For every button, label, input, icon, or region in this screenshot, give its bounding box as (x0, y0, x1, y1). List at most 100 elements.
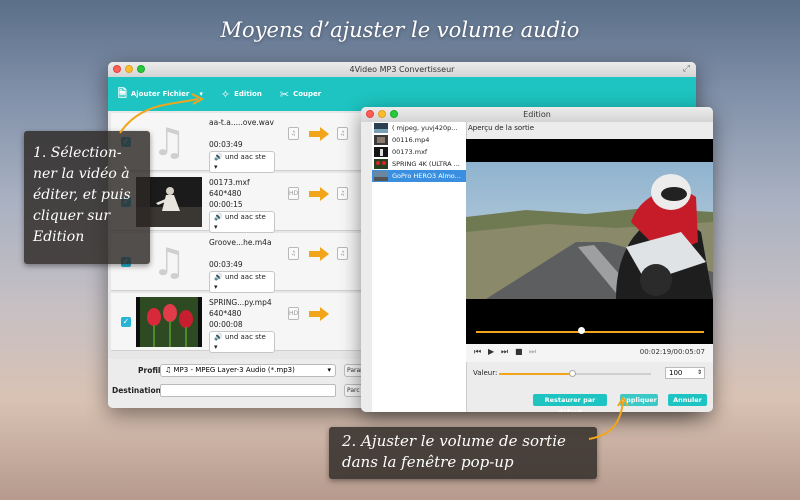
file-duration: 00:00:08 (209, 320, 243, 329)
output-file-icon: ♫ (337, 127, 348, 140)
fullscreen-icon[interactable]: ⤢ (683, 62, 690, 77)
volume-input[interactable]: 100 ⇕ (665, 367, 705, 379)
edit-list-item[interactable]: 00116.mp4 (372, 134, 466, 146)
fast-forward-icon[interactable]: ⏭ (501, 347, 508, 357)
edit-titlebar: Edition (361, 107, 713, 122)
edit-button[interactable]: ✧ Edition (221, 88, 262, 101)
video-preview (466, 139, 713, 344)
file-name: aa-t.a.....ove.wav (209, 118, 274, 127)
play-icon[interactable]: ▶ (488, 347, 494, 356)
previous-frame-icon[interactable]: ⏮ (474, 347, 481, 357)
main-titlebar: 4Video MP3 Convertisseur ⤢ (108, 62, 696, 77)
file-name: Groove...he.m4a (209, 238, 272, 247)
source-file-icon: ♫ (288, 247, 299, 260)
audio-track-label: und aac ste (224, 273, 266, 281)
audio-track-select[interactable]: 🔊 und aac ste ▾ (209, 331, 275, 353)
audio-track-label: und aac ste (224, 213, 266, 221)
dialog-title: Edition (523, 110, 551, 119)
file-resolution: 640*480 (209, 189, 242, 198)
playback-controls: ⏮ ▶ ⏭ ■ ⏭ 00:02:19/00:05:07 (466, 344, 713, 362)
dialog-window-controls (366, 110, 398, 118)
file-resolution (209, 128, 275, 139)
edit-label: Edition (234, 90, 262, 98)
next-frame-icon[interactable]: ⏭ (529, 347, 536, 357)
audio-track-label: und aac ste (224, 333, 266, 341)
file-duration: 00:03:49 (209, 140, 243, 149)
file-duration: 00:03:49 (209, 260, 243, 269)
playback-time: 00:02:19/00:05:07 (639, 348, 705, 356)
volume-slider-fill (499, 373, 572, 375)
edit-list-item[interactable]: 00173.mxf (372, 146, 466, 158)
source-file-icon: HD (288, 307, 299, 320)
preview-label: Aperçu de la sortie (468, 124, 535, 132)
audio-track-select[interactable]: 🔊 und aac ste ▾ (209, 271, 275, 293)
edit-list-label: SPRING 4K (ULTRA ... (392, 160, 460, 168)
audio-track-label: und aac ste (224, 153, 266, 161)
audio-track-select[interactable]: 🔊 und aac ste ▾ (209, 151, 275, 173)
output-file-icon: ♫ (337, 247, 348, 260)
scissors-icon: ✂ (279, 87, 290, 101)
source-file-icon: HD (288, 187, 299, 200)
volume-slider-handle[interactable] (568, 370, 576, 377)
close-dialog-button[interactable] (366, 110, 374, 118)
minimize-window-button[interactable] (125, 65, 133, 73)
convert-arrow-icon (309, 307, 329, 321)
cut-button[interactable]: ✂ Couper (280, 88, 321, 101)
file-resolution: 640*480 (209, 309, 242, 318)
edit-list-item-selected[interactable]: GoPro HERO3 Almo... (372, 170, 466, 182)
video-thumbnail-icon (374, 171, 388, 181)
zoom-dialog-button[interactable] (390, 110, 398, 118)
source-file-icon: ♫ (288, 127, 299, 140)
cancel-button[interactable]: Annuler (668, 394, 707, 406)
video-thumbnail-icon (374, 135, 388, 145)
playback-progress-track[interactable] (476, 331, 704, 333)
audio-track-select[interactable]: 🔊 und aac ste ▾ (209, 211, 275, 233)
instruction-callout-step-1: 1. Sélection-ner la vidéo à éditer, et p… (24, 131, 150, 264)
video-thumbnail-icon (136, 297, 202, 347)
destination-label: Destination: (112, 386, 164, 395)
edit-list-item[interactable]: SPRING 4K (ULTRA ... (372, 158, 466, 170)
output-file-icon: ♫ (337, 187, 348, 200)
edit-list-label: ( mjpeg, yuvj420p... (392, 124, 458, 132)
playback-progress-handle[interactable] (577, 327, 585, 334)
video-thumbnail-icon (374, 123, 388, 133)
stepper-icon[interactable]: ⇕ (697, 368, 702, 378)
convert-arrow-icon (309, 127, 329, 141)
promo-title: Moyens d’ajuster le volume audio (220, 18, 580, 42)
file-duration: 00:00:15 (209, 200, 243, 209)
edit-list-label: 00173.mxf (392, 148, 428, 156)
file-thumbnail (136, 297, 202, 347)
zoom-window-button[interactable] (137, 65, 145, 73)
profile-select[interactable]: ♫ MP3 - MPEG Layer-3 Audio (*.mp3) ▾ (160, 364, 336, 377)
cut-label: Couper (293, 90, 322, 98)
audio-format-icon: ♫ (165, 366, 172, 374)
volume-label: Valeur: (473, 369, 498, 377)
volume-slider[interactable] (499, 370, 651, 377)
convert-arrow-icon (309, 187, 329, 201)
destination-input[interactable] (160, 384, 336, 397)
edit-list-item[interactable]: ( mjpeg, yuvj420p... (372, 122, 466, 134)
file-name: 00173.mxf (209, 178, 250, 187)
file-resolution (209, 248, 275, 259)
volume-value: 100 (669, 369, 683, 377)
chevron-down-icon: ▾ (327, 366, 331, 374)
window-controls (113, 65, 145, 73)
edit-list-label: 00116.mp4 (392, 136, 430, 144)
instruction-callout-step-2: 2. Ajuster le volume de sortie dans la f… (329, 427, 597, 479)
edit-file-list: ( mjpeg, yuvj420p... 00116.mp4 00173.mxf… (372, 122, 467, 412)
curved-arrow-icon (119, 93, 205, 134)
edit-list-label: GoPro HERO3 Almo... (392, 172, 461, 180)
file-checkbox[interactable]: ✓ (121, 317, 131, 327)
convert-arrow-icon (309, 247, 329, 261)
magic-wand-icon: ✧ (220, 87, 231, 101)
close-window-button[interactable] (113, 65, 121, 73)
curved-arrow-icon (588, 396, 629, 440)
minimize-dialog-button[interactable] (378, 110, 386, 118)
stop-icon[interactable]: ■ (515, 347, 523, 356)
edit-dialog: Edition ( mjpeg, yuvj420p... 00116.mp4 0… (361, 107, 713, 412)
video-thumbnail-icon (374, 147, 388, 157)
window-title: 4Video MP3 Convertisseur (349, 65, 455, 74)
file-name: SPRING...py.mp4 (209, 298, 272, 307)
video-frame (466, 162, 713, 299)
video-thumbnail-icon (374, 159, 388, 169)
